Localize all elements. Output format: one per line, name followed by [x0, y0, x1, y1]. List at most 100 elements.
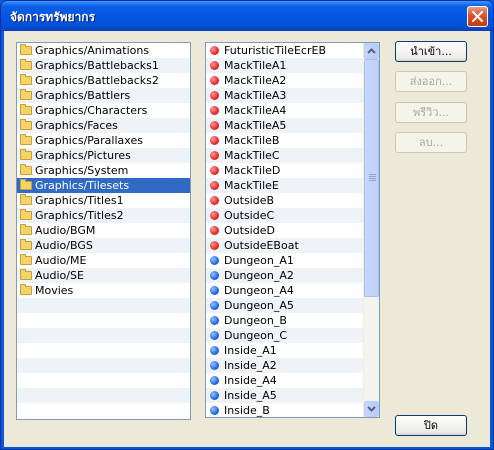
file-item[interactable]: OutsideEBoat [206, 238, 363, 253]
file-item[interactable]: Inside_A5 [206, 388, 363, 403]
empty-row [17, 373, 190, 388]
title-bar[interactable]: จัดการทรัพยากร [1, 1, 493, 31]
file-label: Dungeon_A1 [224, 254, 294, 267]
folder-icon [20, 59, 32, 70]
folder-item[interactable]: Graphics/Battlebacks2 [17, 73, 190, 88]
arrow-up-icon [367, 48, 376, 54]
rtp-resource-red-icon [210, 226, 219, 235]
folder-label: Graphics/Tilesets [35, 179, 130, 192]
arrow-down-icon [367, 406, 376, 412]
file-label: MackTileA3 [224, 89, 287, 102]
project-resource-blue-icon [210, 406, 219, 415]
folder-icon [20, 209, 32, 220]
file-item[interactable]: Inside_A2 [206, 358, 363, 373]
file-list[interactable]: FuturisticTileEcrEB MackTileA1 MackTileA2 M… [205, 42, 380, 418]
folder-item[interactable]: Graphics/Titles2 [17, 208, 190, 223]
file-item[interactable]: MackTileA1 [206, 58, 363, 73]
file-label: Inside_A2 [224, 359, 277, 372]
folder-icon [20, 149, 32, 160]
file-label: Dungeon_A2 [224, 269, 294, 282]
close-window-button[interactable] [467, 6, 488, 27]
file-label: OutsideEBoat [224, 239, 299, 252]
scroll-down-button[interactable] [364, 401, 379, 417]
folder-label: Graphics/Battlers [35, 89, 131, 102]
file-item[interactable]: Dungeon_A5 [206, 298, 363, 313]
file-item[interactable]: MackTileB [206, 133, 363, 148]
file-item[interactable]: Inside_A4 [206, 373, 363, 388]
file-label: MackTileA5 [224, 119, 287, 132]
folder-item[interactable]: Audio/BGM [17, 223, 190, 238]
folder-icon [20, 194, 32, 205]
file-item[interactable]: MackTileD [206, 163, 363, 178]
folder-item[interactable]: Audio/SE [17, 268, 190, 283]
file-item[interactable]: OutsideB [206, 193, 363, 208]
folder-icon [20, 74, 32, 85]
file-item[interactable]: Dungeon_A4 [206, 283, 363, 298]
rtp-resource-red-icon [210, 61, 219, 70]
folder-item[interactable]: Graphics/Titles1 [17, 193, 190, 208]
project-resource-blue-icon [210, 316, 219, 325]
file-item[interactable]: OutsideC [206, 208, 363, 223]
rtp-resource-red-icon [210, 76, 219, 85]
file-list-scrollbar[interactable] [363, 43, 379, 417]
rtp-resource-red-icon [210, 151, 219, 160]
folder-icon [20, 179, 32, 190]
empty-row [17, 328, 190, 343]
folder-list[interactable]: Graphics/Animations Graphics/Battlebacks1… [16, 42, 191, 420]
file-item[interactable]: Inside_B [206, 403, 363, 417]
file-item[interactable]: FuturisticTileEcrEB [206, 43, 363, 58]
rtp-resource-red-icon [210, 91, 219, 100]
folder-item[interactable]: Audio/ME [17, 253, 190, 268]
folder-item[interactable]: Graphics/Parallaxes [17, 133, 190, 148]
file-item[interactable]: MackTileA4 [206, 103, 363, 118]
folder-icon [20, 239, 32, 250]
file-label: MackTileE [224, 179, 279, 192]
project-resource-blue-icon [210, 361, 219, 370]
project-resource-blue-icon [210, 346, 219, 355]
folder-item[interactable]: Graphics/Battlers [17, 88, 190, 103]
folder-label: Audio/BGM [35, 224, 96, 237]
file-label: Dungeon_A4 [224, 284, 294, 297]
file-item[interactable]: Inside_A1 [206, 343, 363, 358]
file-item[interactable]: MackTileE [206, 178, 363, 193]
folder-icon [20, 119, 32, 130]
file-label: MackTileA2 [224, 74, 287, 87]
file-label: MackTileD [224, 164, 281, 177]
rtp-resource-red-icon [210, 46, 219, 55]
scroll-thumb[interactable] [364, 59, 379, 297]
folder-item[interactable]: Graphics/Battlebacks1 [17, 58, 190, 73]
delete-button[interactable]: ลบ... [395, 132, 467, 153]
folder-item[interactable]: Audio/BGS [17, 238, 190, 253]
folder-item[interactable]: Movies [17, 283, 190, 298]
rtp-resource-red-icon [210, 121, 219, 130]
close-button[interactable]: ปิด [395, 415, 467, 436]
folder-item[interactable]: Graphics/Pictures [17, 148, 190, 163]
preview-button[interactable]: พรีวิว... [395, 102, 467, 123]
rtp-resource-red-icon [210, 166, 219, 175]
export-button[interactable]: ส่งออก... [395, 71, 467, 92]
file-item[interactable]: Dungeon_B [206, 313, 363, 328]
folder-item[interactable]: Graphics/Tilesets [17, 178, 190, 193]
scroll-up-button[interactable] [364, 43, 379, 59]
import-button[interactable]: นำเข้า... [395, 41, 467, 62]
file-item[interactable]: MackTileA5 [206, 118, 363, 133]
folder-item[interactable]: Graphics/Characters [17, 103, 190, 118]
rtp-resource-red-icon [210, 136, 219, 145]
folder-icon [20, 44, 32, 55]
file-item[interactable]: MackTileC [206, 148, 363, 163]
file-item[interactable]: MackTileA3 [206, 88, 363, 103]
file-item[interactable]: Dungeon_A2 [206, 268, 363, 283]
folder-label: Graphics/Battlebacks2 [35, 74, 159, 87]
file-item[interactable]: Dungeon_C [206, 328, 363, 343]
folder-label: Graphics/Battlebacks1 [35, 59, 159, 72]
file-item[interactable]: OutsideD [206, 223, 363, 238]
project-resource-blue-icon [210, 301, 219, 310]
file-item[interactable]: Dungeon_A1 [206, 253, 363, 268]
file-item[interactable]: MackTileA2 [206, 73, 363, 88]
folder-label: Audio/ME [35, 254, 87, 267]
folder-item[interactable]: Graphics/Faces [17, 118, 190, 133]
folder-item[interactable]: Graphics/System [17, 163, 190, 178]
folder-item[interactable]: Graphics/Animations [17, 43, 190, 58]
window-title: จัดการทรัพยากร [10, 10, 96, 24]
file-label: MackTileB [224, 134, 280, 147]
